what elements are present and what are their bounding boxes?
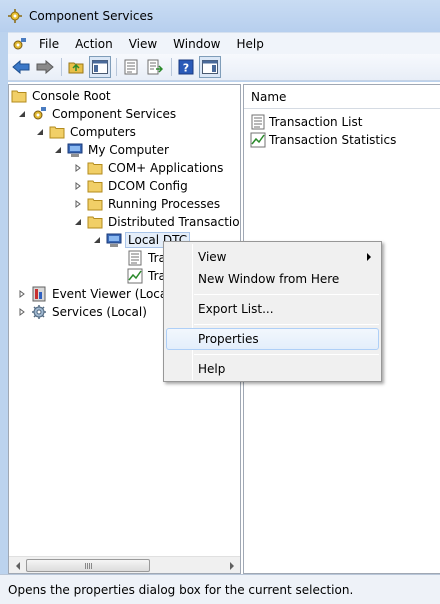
folder-icon bbox=[11, 90, 27, 103]
export-list-icon bbox=[147, 59, 163, 75]
tree-item-services[interactable]: Services (Local) bbox=[17, 303, 149, 321]
collapsed-triangle-icon[interactable] bbox=[73, 163, 83, 173]
expanded-triangle-icon[interactable] bbox=[73, 217, 83, 227]
show-hide-action-pane-icon bbox=[202, 60, 218, 74]
scroll-left-arrow-icon bbox=[15, 561, 20, 570]
collapsed-triangle-icon[interactable] bbox=[73, 181, 83, 191]
back-button[interactable] bbox=[10, 56, 32, 78]
context-menu-properties[interactable]: Properties bbox=[166, 328, 379, 350]
list-item-transaction-statistics[interactable]: Transaction Statistics bbox=[250, 131, 396, 149]
horizontal-scrollbar[interactable] bbox=[9, 556, 240, 573]
title-bar: Component Services bbox=[0, 0, 440, 32]
scrollbar-thumb[interactable] bbox=[26, 559, 150, 572]
list-document-icon bbox=[251, 114, 265, 130]
statistics-chart-icon bbox=[127, 268, 143, 284]
tree-item-my-computer[interactable]: My Computer bbox=[53, 141, 171, 159]
expanded-triangle-icon[interactable] bbox=[92, 235, 102, 245]
help-icon: ? bbox=[178, 59, 194, 75]
folder-icon bbox=[87, 216, 103, 229]
scroll-right-arrow-icon bbox=[229, 561, 234, 570]
collapsed-triangle-icon[interactable] bbox=[17, 307, 27, 317]
scroll-right-button[interactable] bbox=[223, 557, 240, 573]
menu-file[interactable]: File bbox=[31, 34, 67, 54]
component-services-icon bbox=[8, 9, 22, 23]
component-services-icon bbox=[33, 107, 46, 120]
collapsed-triangle-icon[interactable] bbox=[73, 199, 83, 209]
toolbar-separator bbox=[116, 58, 117, 76]
status-bar: Opens the properties dialog box for the … bbox=[0, 574, 440, 604]
back-arrow-icon bbox=[12, 60, 30, 74]
tree-item-running-processes[interactable]: Running Processes bbox=[73, 195, 222, 213]
tree-item-transaction-statistics[interactable]: Tra bbox=[127, 267, 168, 285]
show-hide-action-pane-button[interactable] bbox=[199, 56, 221, 78]
up-one-level-button[interactable] bbox=[65, 56, 87, 78]
menu-action[interactable]: Action bbox=[67, 34, 121, 54]
menu-window[interactable]: Window bbox=[165, 34, 228, 54]
folder-icon bbox=[87, 162, 103, 175]
scroll-left-button[interactable] bbox=[9, 557, 26, 573]
show-hide-tree-icon bbox=[92, 60, 108, 74]
system-menu-icon[interactable] bbox=[11, 36, 27, 52]
list-item-transaction-list[interactable]: Transaction List bbox=[250, 113, 362, 131]
tree-item-component-services[interactable]: Component Services bbox=[17, 105, 178, 123]
collapsed-triangle-icon[interactable] bbox=[17, 289, 27, 299]
properties-button[interactable] bbox=[120, 56, 142, 78]
tree-item-computers[interactable]: Computers bbox=[35, 123, 138, 141]
menu-separator bbox=[194, 324, 379, 325]
statistics-chart-icon bbox=[250, 132, 266, 148]
menu-bar: File Action View Window Help bbox=[8, 32, 440, 54]
tree-item-com-applications[interactable]: COM+ Applications bbox=[73, 159, 225, 177]
show-hide-console-tree-button[interactable] bbox=[89, 56, 111, 78]
computer-icon bbox=[106, 233, 122, 247]
window-title: Component Services bbox=[29, 9, 154, 23]
toolbar: ? bbox=[8, 54, 440, 81]
list-document-icon bbox=[128, 250, 142, 266]
folder-icon bbox=[87, 180, 103, 193]
folder-icon bbox=[49, 126, 65, 139]
folder-icon bbox=[87, 198, 103, 211]
forward-button[interactable] bbox=[34, 56, 56, 78]
forward-arrow-icon bbox=[36, 60, 54, 74]
tree-item-dcom-config[interactable]: DCOM Config bbox=[73, 177, 190, 195]
up-folder-icon bbox=[68, 62, 84, 74]
menu-separator bbox=[194, 354, 379, 355]
computer-icon bbox=[67, 143, 83, 157]
services-gear-icon bbox=[32, 305, 46, 319]
expanded-triangle-icon[interactable] bbox=[53, 145, 63, 155]
context-menu-new-window-from-here[interactable]: New Window from Here bbox=[166, 268, 379, 290]
properties-icon bbox=[124, 59, 138, 75]
event-viewer-icon bbox=[32, 286, 46, 302]
tree-item-console-root[interactable]: Console Root bbox=[11, 87, 113, 105]
menu-view[interactable]: View bbox=[121, 34, 165, 54]
column-header-name[interactable]: Name bbox=[244, 85, 440, 109]
submenu-arrow-icon bbox=[367, 253, 371, 261]
expanded-triangle-icon[interactable] bbox=[17, 109, 27, 119]
expanded-triangle-icon[interactable] bbox=[35, 127, 45, 137]
menu-help[interactable]: Help bbox=[229, 34, 272, 54]
context-menu-help[interactable]: Help bbox=[166, 358, 379, 380]
export-list-button[interactable] bbox=[144, 56, 166, 78]
help-button[interactable]: ? bbox=[175, 56, 197, 78]
tree-item-transaction-list[interactable]: Tra bbox=[127, 249, 168, 267]
svg-text:?: ? bbox=[183, 62, 189, 75]
context-menu-export-list[interactable]: Export List... bbox=[166, 298, 379, 320]
context-menu-view[interactable]: View bbox=[166, 246, 379, 268]
toolbar-separator bbox=[61, 58, 62, 76]
tree-item-distributed-transaction-coordinator[interactable]: Distributed Transaction C bbox=[73, 213, 240, 231]
status-text: Opens the properties dialog box for the … bbox=[8, 582, 354, 597]
toolbar-separator bbox=[171, 58, 172, 76]
context-menu: View New Window from Here Export List...… bbox=[163, 241, 382, 382]
menu-separator bbox=[194, 294, 379, 295]
tree-item-event-viewer[interactable]: Event Viewer (Local) bbox=[17, 285, 177, 303]
